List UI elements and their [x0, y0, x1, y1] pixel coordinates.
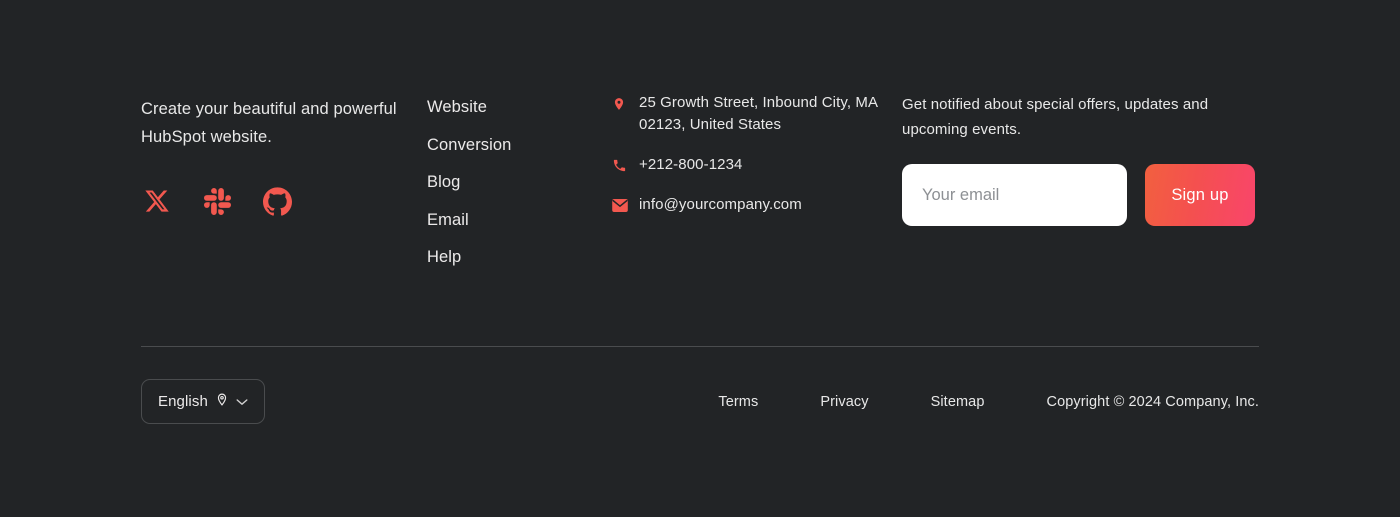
footer-link-conversion[interactable]: Conversion — [427, 134, 511, 156]
footer-legal-region: Terms Privacy Sitemap Copyright © 2024 C… — [718, 394, 1259, 410]
footer-top-region: Create your beautiful and powerful HubSp… — [141, 88, 1259, 268]
phone-icon — [612, 154, 630, 176]
footer-link-website[interactable]: Website — [427, 96, 487, 118]
brand-column: Create your beautiful and powerful HubSp… — [141, 88, 427, 217]
newsletter-email-input[interactable] — [902, 164, 1127, 226]
x-twitter-icon[interactable] — [141, 185, 173, 217]
legal-link-privacy[interactable]: Privacy — [820, 394, 868, 410]
newsletter-description: Get notified about special offers, updat… — [902, 92, 1259, 142]
chevron-down-icon — [236, 393, 248, 411]
envelope-icon — [612, 194, 630, 216]
location-pin-outline-icon — [215, 391, 229, 413]
newsletter-column: Get notified about special offers, updat… — [902, 88, 1259, 226]
contact-phone[interactable]: +212-800-1234 — [639, 154, 742, 176]
slack-icon[interactable] — [201, 185, 233, 217]
github-icon[interactable] — [261, 185, 293, 217]
language-selector[interactable]: English — [141, 379, 265, 424]
contact-email[interactable]: info@yourcompany.com — [639, 194, 802, 216]
location-pin-icon — [612, 92, 630, 114]
contact-address: 25 Growth Street, Inbound City, MA 02123… — [639, 92, 902, 136]
footer-divider — [141, 346, 1259, 347]
contact-phone-row: +212-800-1234 — [612, 154, 902, 176]
brand-tagline: Create your beautiful and powerful HubSp… — [141, 95, 427, 151]
footer-link-help[interactable]: Help — [427, 246, 461, 268]
footer-link-blog[interactable]: Blog — [427, 171, 460, 193]
copyright-text: Copyright © 2024 Company, Inc. — [1047, 394, 1260, 410]
legal-link-sitemap[interactable]: Sitemap — [931, 394, 985, 410]
footer-link-email[interactable]: Email — [427, 209, 469, 231]
legal-link-terms[interactable]: Terms — [718, 394, 758, 410]
contact-column: 25 Growth Street, Inbound City, MA 02123… — [612, 88, 902, 216]
newsletter-signup-button[interactable]: Sign up — [1145, 164, 1255, 226]
language-selector-label: English — [158, 393, 208, 410]
footer-nav-column: Website Conversion Blog Email Help — [427, 88, 612, 268]
footer-bottom-bar: English Terms Privacy Sitemap Copyright … — [141, 379, 1259, 424]
newsletter-form: Sign up — [902, 164, 1259, 226]
social-links — [141, 185, 427, 217]
contact-address-row: 25 Growth Street, Inbound City, MA 02123… — [612, 92, 902, 136]
site-footer: Create your beautiful and powerful HubSp… — [0, 0, 1400, 517]
contact-email-row: info@yourcompany.com — [612, 194, 902, 216]
